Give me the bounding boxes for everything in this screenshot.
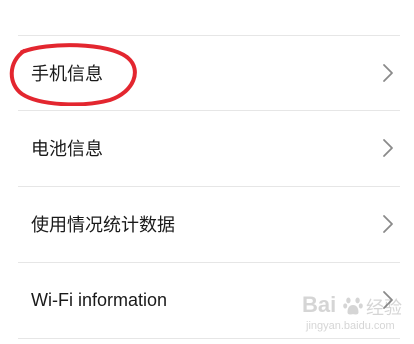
chevron-right-icon xyxy=(383,291,393,309)
settings-item-battery-info[interactable]: 电池信息 xyxy=(0,111,414,185)
settings-item-usage-stats[interactable]: 使用情况统计数据 xyxy=(0,187,414,261)
settings-item-label: 手机信息 xyxy=(31,64,103,85)
settings-item-label: 使用情况统计数据 xyxy=(31,215,175,236)
chevron-right-icon xyxy=(383,64,393,82)
chevron-right-icon xyxy=(383,215,393,233)
settings-screen: 手机信息 电池信息 使用情况统计数据 Wi-Fi information Bai xyxy=(0,0,414,344)
chevron-right-icon xyxy=(383,139,393,157)
settings-item-wifi-info[interactable]: Wi-Fi information xyxy=(0,263,414,337)
settings-item-phone-info[interactable]: 手机信息 xyxy=(0,36,414,110)
settings-item-label: 电池信息 xyxy=(31,139,103,160)
settings-item-label: Wi-Fi information xyxy=(31,289,168,310)
divider xyxy=(18,338,400,339)
